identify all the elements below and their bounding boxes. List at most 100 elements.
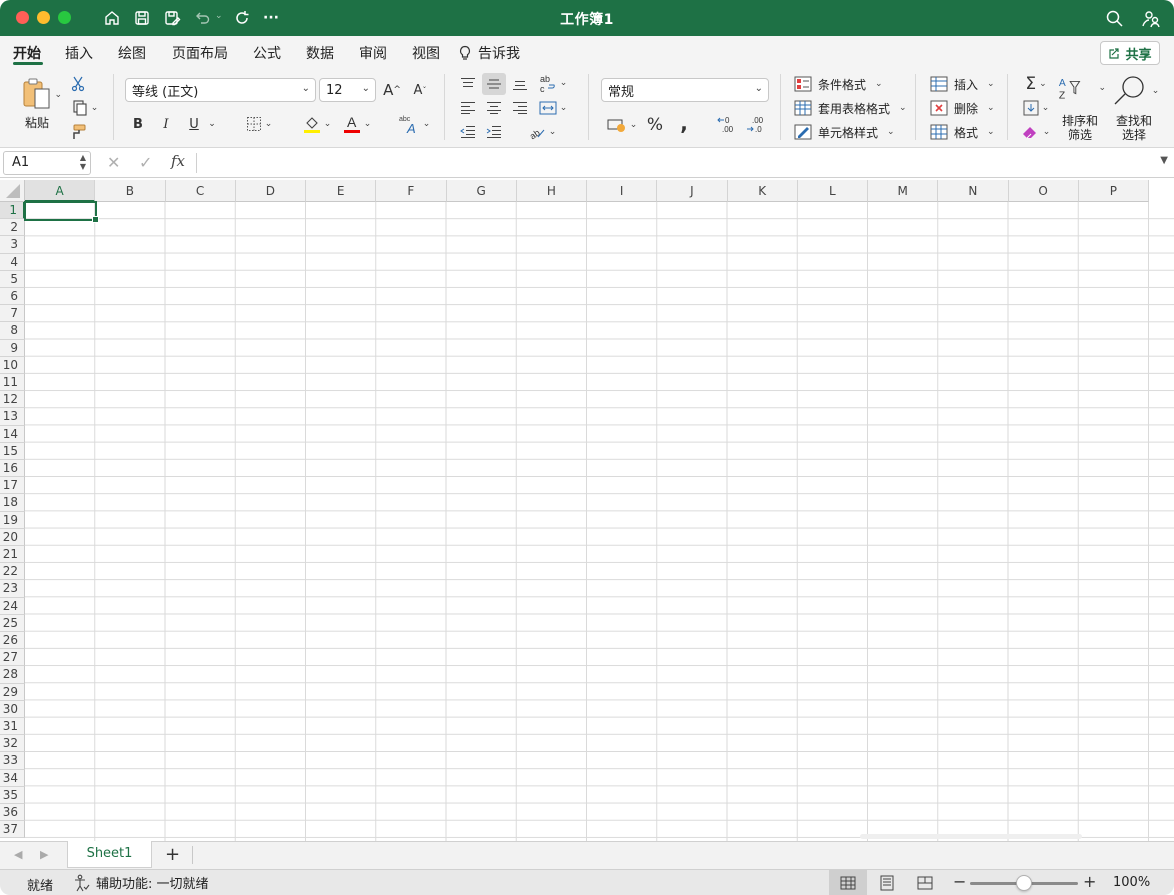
row-header-5[interactable]: 5 [0, 270, 25, 288]
column-header-i[interactable]: I [587, 180, 658, 202]
cut-icon[interactable] [68, 74, 88, 94]
comma-style-icon[interactable]: , [675, 111, 693, 135]
font-name-select[interactable]: 等线 (正文) ⌄ [125, 78, 316, 102]
sheet-tab-sheet1[interactable]: Sheet1 [67, 841, 152, 868]
select-all-button[interactable] [0, 180, 25, 202]
orientation-button[interactable]: ab ⌄ [524, 122, 560, 142]
row-header-19[interactable]: 19 [0, 511, 25, 529]
tell-me[interactable]: 告诉我 [458, 43, 520, 63]
row-header-36[interactable]: 36 [0, 804, 25, 822]
conditional-format-button[interactable]: 条件格式 ⌄ [794, 74, 883, 94]
row-header-21[interactable]: 21 [0, 546, 25, 564]
copy-icon[interactable]: ⌄ [66, 98, 104, 118]
row-header-24[interactable]: 24 [0, 597, 25, 615]
column-header-o[interactable]: O [1008, 180, 1079, 202]
next-sheet-icon[interactable]: ▶ [40, 848, 48, 861]
underline-dropdown-icon[interactable]: ⌄ [205, 114, 219, 134]
share-button[interactable]: 共享 [1100, 41, 1160, 65]
fill-button[interactable]: ⌄ [1018, 98, 1054, 118]
column-header-b[interactable]: B [95, 180, 166, 202]
wrap-text-button[interactable]: ab c ⌄ [536, 72, 570, 94]
normal-view-icon[interactable] [829, 870, 867, 895]
cells-area[interactable] [25, 202, 1174, 841]
font-color-button[interactable]: A ⌄ [338, 112, 376, 136]
row-header-9[interactable]: 9 [0, 339, 25, 357]
row-header-26[interactable]: 26 [0, 632, 25, 650]
column-header-n[interactable]: N [938, 180, 1009, 202]
zoom-out-button[interactable]: − [953, 872, 966, 891]
row-header-11[interactable]: 11 [0, 374, 25, 392]
zoom-slider-thumb[interactable] [1016, 875, 1032, 891]
column-header-j[interactable]: J [657, 180, 728, 202]
horizontal-scrollbar[interactable] [860, 834, 1082, 839]
column-header-g[interactable]: G [446, 180, 517, 202]
tab-home[interactable]: 开始 [13, 43, 41, 63]
tab-review[interactable]: 审阅 [359, 43, 387, 63]
italic-button[interactable]: I [157, 114, 175, 134]
format-cells-button[interactable]: 格式 ⌄ [930, 122, 995, 142]
insert-cells-button[interactable]: 插入 ⌄ [930, 74, 995, 94]
row-header-34[interactable]: 34 [0, 769, 25, 787]
page-break-view-icon[interactable] [906, 870, 944, 895]
row-header-12[interactable]: 12 [0, 391, 25, 409]
expand-formula-bar-icon[interactable]: ▼ [1160, 155, 1168, 166]
share-people-icon[interactable] [1140, 8, 1162, 30]
row-header-20[interactable]: 20 [0, 528, 25, 546]
row-header-37[interactable]: 37 [0, 821, 25, 839]
row-header-30[interactable]: 30 [0, 700, 25, 718]
cell-styles-button[interactable]: 单元格样式 ⌄ [794, 122, 895, 142]
page-layout-view-icon[interactable] [868, 870, 906, 895]
increase-indent-icon[interactable] [484, 122, 504, 142]
clear-button[interactable]: ⌄ [1018, 122, 1054, 142]
name-box[interactable]: A1 ▲ ▼ [3, 151, 91, 175]
column-header-p[interactable]: P [1078, 180, 1149, 202]
find-select-button[interactable]: ⌄ [1110, 74, 1162, 108]
increase-decimal-icon[interactable]: 0.00 [716, 114, 740, 136]
bold-button[interactable]: B [129, 114, 147, 134]
decrease-font-size-icon[interactable]: Aˇ [410, 80, 430, 100]
search-icon[interactable] [1104, 8, 1126, 30]
add-sheet-button[interactable]: + [165, 844, 180, 865]
row-header-6[interactable]: 6 [0, 288, 25, 306]
number-format-select[interactable]: 常规 ⌄ [601, 78, 769, 102]
row-header-17[interactable]: 17 [0, 477, 25, 495]
merge-center-button[interactable]: ⌄ [536, 98, 570, 118]
zoom-level[interactable]: 100% [1113, 875, 1150, 890]
row-header-33[interactable]: 33 [0, 752, 25, 770]
tab-insert[interactable]: 插入 [65, 43, 93, 63]
zoom-in-button[interactable]: + [1083, 872, 1096, 891]
row-header-14[interactable]: 14 [0, 425, 25, 443]
increase-font-size-icon[interactable]: A ^ [382, 80, 402, 100]
name-box-stepper-icon[interactable]: ▲ ▼ [80, 153, 86, 171]
phonetic-guide-button[interactable]: abc A ⌄ [395, 112, 433, 136]
row-header-1[interactable]: 1 [0, 202, 25, 220]
column-header-d[interactable]: D [235, 180, 306, 202]
formula-input[interactable] [205, 154, 1145, 172]
tab-data[interactable]: 数据 [306, 43, 334, 63]
row-header-23[interactable]: 23 [0, 580, 25, 598]
row-header-31[interactable]: 31 [0, 718, 25, 736]
percent-icon[interactable]: % [645, 114, 665, 136]
font-size-select[interactable]: 12 ⌄ [319, 78, 376, 102]
row-header-4[interactable]: 4 [0, 253, 25, 271]
column-header-h[interactable]: H [516, 180, 587, 202]
decrease-indent-icon[interactable] [458, 122, 478, 142]
row-header-25[interactable]: 25 [0, 614, 25, 632]
column-header-f[interactable]: F [376, 180, 447, 202]
column-header-l[interactable]: L [797, 180, 868, 202]
align-right-icon[interactable] [510, 98, 530, 118]
align-top-icon[interactable] [458, 74, 478, 94]
row-header-27[interactable]: 27 [0, 649, 25, 667]
cancel-icon[interactable]: ✕ [107, 153, 120, 172]
row-header-13[interactable]: 13 [0, 408, 25, 426]
accessibility-status[interactable]: 辅助功能: 一切就绪 [74, 873, 209, 892]
column-header-c[interactable]: C [165, 180, 236, 202]
column-header-k[interactable]: K [727, 180, 798, 202]
prev-sheet-icon[interactable]: ◀ [14, 848, 22, 861]
align-center-icon[interactable] [484, 98, 504, 118]
spreadsheet-grid[interactable]: ABCDEFGHIJKLMNOP 1 2 3 4 5 6 7 8 9 10 11 12 13 14 15 16… [0, 180, 1174, 841]
row-header-7[interactable]: 7 [0, 305, 25, 323]
tab-formulas[interactable]: 公式 [253, 43, 281, 63]
column-header-m[interactable]: M [868, 180, 939, 202]
row-header-29[interactable]: 29 [0, 683, 25, 701]
